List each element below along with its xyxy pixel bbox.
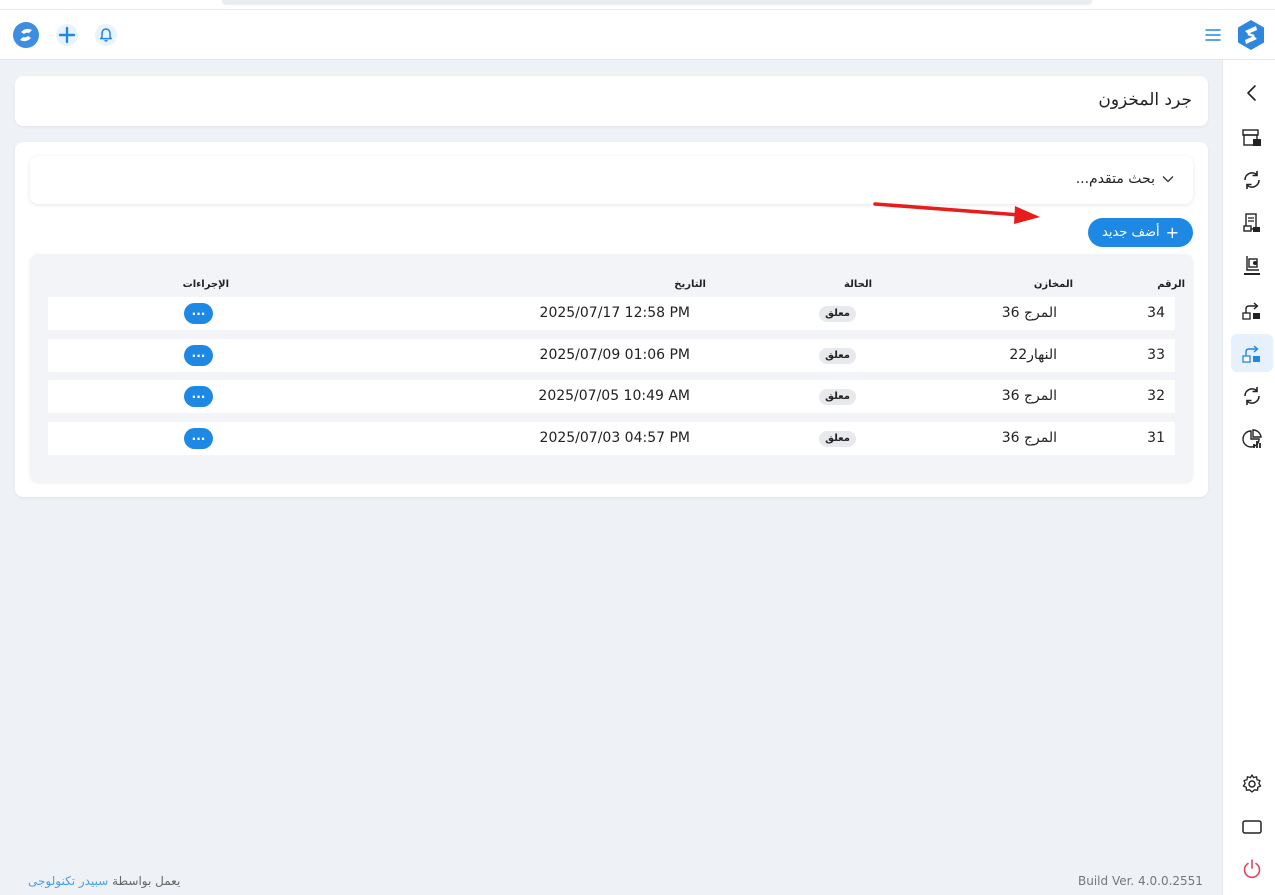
- table-row[interactable]: 32 المرج 36 معلق 2025/07/05 10:49 AM ···: [48, 380, 1175, 413]
- inventory-table: الرقم المخازن الحالة التاريخ الإجراءات 3…: [30, 254, 1193, 482]
- sidebar-item-sync-2[interactable]: [1231, 377, 1273, 415]
- powered-by: يعمل بواسطة سبيدر تكنولوجى: [28, 874, 180, 888]
- table-row[interactable]: 34 المرج 36 معلق 2025/07/17 12:58 PM ···: [48, 297, 1175, 330]
- column-header-status: الحالة: [844, 279, 872, 290]
- build-version: Build Ver. 4.0.0.2551: [1078, 874, 1203, 888]
- status-badge: معلق: [819, 306, 856, 322]
- sidebar-item-transfer-out[interactable]: [1231, 291, 1273, 329]
- row-id: 32: [1147, 388, 1165, 404]
- advanced-search-label: بحث متقدم...: [1075, 171, 1155, 187]
- row-date: 2025/07/05 10:49 AM: [538, 388, 690, 404]
- page-title: جرد المخزون: [1098, 90, 1192, 110]
- row-date: 2025/07/03 04:57 PM: [539, 430, 690, 446]
- chevron-down-icon: [1162, 176, 1174, 183]
- sidebar-item-stock-count[interactable]: [1231, 246, 1273, 284]
- address-bar-edge: [222, 0, 1092, 5]
- add-new-label: أضف جديد: [1102, 225, 1160, 240]
- bell-icon: [95, 24, 117, 46]
- app-header: [0, 10, 1275, 60]
- menu-toggle-button[interactable]: [1199, 21, 1227, 49]
- sidebar-item-receipts[interactable]: [1231, 204, 1273, 242]
- powered-prefix: يعمل بواسطة: [112, 874, 181, 888]
- power-icon: [1243, 859, 1261, 879]
- notifications-button[interactable]: [92, 21, 120, 49]
- row-date: 2025/07/17 12:58 PM: [539, 305, 690, 321]
- menu-icon: [1205, 29, 1221, 41]
- plus-icon: [56, 24, 78, 46]
- gear-icon: [1242, 774, 1262, 793]
- receipt-icon: [1243, 213, 1260, 232]
- row-actions-button[interactable]: ···: [184, 428, 213, 449]
- sidebar-item-sync[interactable]: [1231, 161, 1273, 199]
- row-warehouse: النهار22: [1009, 347, 1057, 363]
- column-header-date: التاريخ: [674, 279, 706, 290]
- inventory-store-icon: [1242, 129, 1261, 146]
- status-badge: معلق: [819, 389, 856, 405]
- status-badge: معلق: [819, 348, 856, 364]
- sidebar-collapse-button[interactable]: [1231, 74, 1273, 112]
- sidebar-item-settings[interactable]: [1231, 765, 1273, 803]
- sidebar-item-window[interactable]: [1231, 808, 1273, 846]
- sidebar-item-transfer-in[interactable]: [1231, 334, 1273, 372]
- row-actions-button[interactable]: ···: [184, 303, 213, 324]
- row-actions-button[interactable]: ···: [184, 386, 213, 407]
- main-card: بحث متقدم... + أضف جديد الرقم المخازن ال…: [15, 142, 1208, 497]
- transfer-out-icon: [1242, 302, 1260, 320]
- sidebar-item-logout[interactable]: [1231, 850, 1273, 888]
- column-header-id: الرقم: [1157, 279, 1185, 290]
- row-actions-button[interactable]: ···: [184, 345, 213, 366]
- column-header-warehouse: المخازن: [1033, 279, 1073, 290]
- row-id: 33: [1147, 347, 1165, 363]
- table-row[interactable]: 33 النهار22 معلق 2025/07/09 01:06 PM ···: [48, 339, 1175, 372]
- sidebar-item-inventory[interactable]: [1231, 119, 1273, 157]
- row-warehouse: المرج 36: [1001, 430, 1057, 446]
- transfer-in-icon: [1242, 345, 1260, 363]
- plus-icon: +: [1165, 222, 1179, 242]
- quick-add-button[interactable]: [53, 21, 81, 49]
- report-chart-icon: [1242, 429, 1262, 448]
- row-id: 31: [1147, 430, 1165, 446]
- page-title-card: جرد المخزون: [15, 76, 1208, 126]
- sync-icon: [1244, 171, 1260, 189]
- browser-top-strip: [0, 0, 1275, 10]
- logo-icon[interactable]: [1236, 19, 1266, 51]
- column-header-actions: الإجراءات: [182, 279, 229, 290]
- row-warehouse: المرج 36: [1001, 388, 1057, 404]
- chevron-left-icon: [1247, 85, 1256, 101]
- status-badge: معلق: [819, 431, 856, 447]
- window-icon: [1242, 820, 1262, 834]
- row-id: 34: [1147, 305, 1165, 321]
- row-warehouse: المرج 36: [1001, 305, 1057, 321]
- advanced-search-toggle[interactable]: بحث متقدم...: [30, 156, 1193, 204]
- sync-icon: [1244, 387, 1260, 405]
- sidebar-item-reports[interactable]: [1231, 420, 1273, 458]
- stock-count-icon: [1244, 256, 1260, 275]
- powered-brand-link[interactable]: سبيدر تكنولوجى: [28, 874, 108, 888]
- sidebar: [1222, 60, 1275, 895]
- add-new-button[interactable]: + أضف جديد: [1088, 218, 1193, 247]
- table-row[interactable]: 31 المرج 36 معلق 2025/07/03 04:57 PM ···: [48, 422, 1175, 455]
- row-date: 2025/07/09 01:06 PM: [539, 347, 690, 363]
- logo-icon[interactable]: [12, 21, 40, 49]
